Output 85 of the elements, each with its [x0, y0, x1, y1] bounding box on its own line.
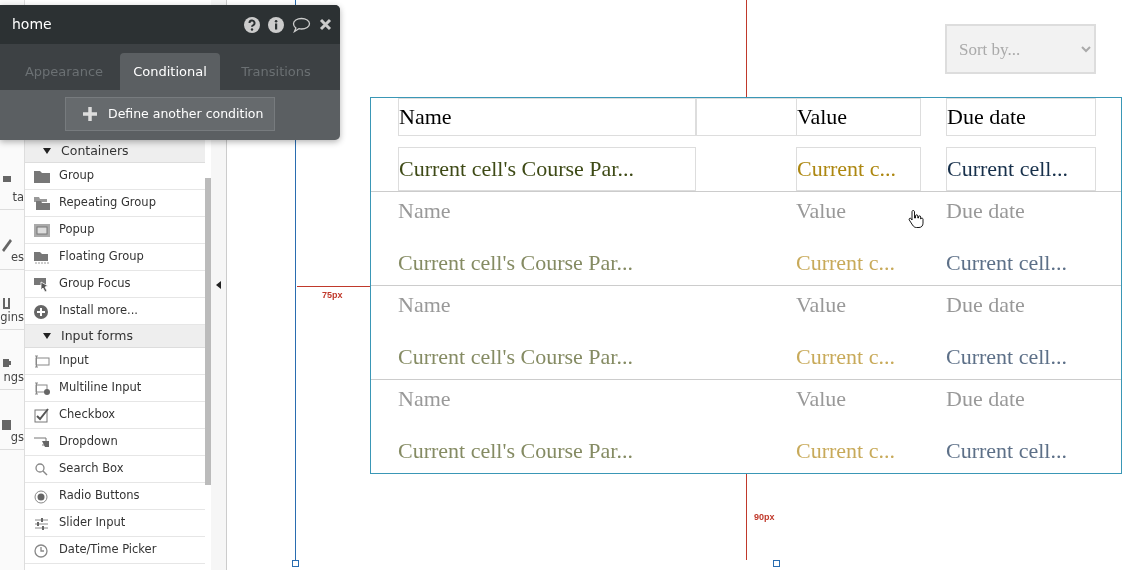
element-label: Checkbox [59, 406, 116, 424]
input-icon [33, 352, 51, 370]
rail-label[interactable]: gs [10, 431, 24, 443]
rail-label[interactable]: gins [0, 311, 24, 323]
cell-text: Current c... [796, 147, 921, 191]
cell-text: Value [796, 197, 847, 225]
element-label: Multiline Input [59, 379, 142, 397]
element-label: Repeating Group [59, 194, 156, 212]
close-icon[interactable] [319, 18, 332, 31]
clock-icon [33, 541, 51, 559]
cell-text: Current c... [796, 343, 895, 371]
element-label: Popup [59, 221, 95, 239]
rail-label[interactable]: es [10, 251, 24, 263]
element-item[interactable]: Input [25, 348, 205, 375]
cell-text: Value [796, 291, 847, 319]
element-label: Install more... [59, 302, 139, 320]
define-condition-button[interactable]: Define another condition [65, 97, 275, 131]
element-label: Search Box [59, 460, 124, 478]
element-label: Date/Time Picker [59, 541, 157, 559]
plus-circle-icon [33, 302, 51, 320]
cell-text: Current cell... [946, 249, 1067, 277]
element-label: Group Focus [59, 275, 131, 293]
comment-icon[interactable] [292, 16, 311, 33]
element-label: Input [59, 352, 89, 370]
guide-label: 90px [754, 512, 775, 522]
scrollbar[interactable] [205, 178, 211, 485]
editor-title: home [12, 15, 53, 34]
help-icon[interactable] [244, 16, 260, 33]
element-label: Floating Group [59, 248, 144, 266]
element-item[interactable]: Slider Input [25, 510, 205, 537]
category-label[interactable]: Containers [61, 141, 129, 161]
cell-text: Current cell... [946, 437, 1067, 465]
checkbox-icon [33, 406, 51, 424]
element-item[interactable]: Search Box [25, 456, 205, 483]
collapse-icon[interactable] [216, 281, 221, 289]
element-item[interactable]: Date/Time Picker [25, 537, 205, 564]
category-header[interactable]: Containers [25, 140, 205, 163]
cell-text: Current cell's Course Par... [398, 343, 633, 371]
editor-tab[interactable]: Conditional [120, 53, 220, 90]
plus-icon [82, 106, 98, 122]
rail-label[interactable]: ta [12, 191, 24, 203]
cell-text: Name [398, 197, 451, 225]
cell-text: Value [796, 98, 921, 136]
rail-label[interactable]: ngs [3, 371, 24, 383]
cell-text: Due date [946, 197, 1025, 225]
cursor-folder-icon [33, 275, 51, 293]
element-label: Dropdown [59, 433, 118, 451]
info-icon[interactable] [268, 16, 284, 33]
category-header[interactable]: Input forms [25, 325, 205, 348]
cell-text: Current cell... [946, 343, 1067, 371]
hand-cursor-icon [908, 209, 924, 229]
cell-text: Current cell's Course Par... [398, 147, 696, 191]
element-label: Radio Buttons [59, 487, 140, 505]
element-item[interactable]: Popup [25, 217, 205, 244]
caret-icon[interactable] [43, 333, 51, 339]
cell-text: Name [398, 291, 451, 319]
element-label: Slider Input [59, 514, 126, 532]
cell-text: Due date [946, 98, 1096, 136]
cell-text: Current cell's Course Par... [398, 249, 633, 277]
element-item[interactable]: Dropdown [25, 429, 205, 456]
element-item[interactable]: Checkbox [25, 402, 205, 429]
guide-label: 75px [322, 290, 343, 300]
cell-text: Name [398, 98, 696, 136]
element-item[interactable]: Group Focus [25, 271, 205, 298]
cell-text: Current c... [796, 249, 895, 277]
caret-icon[interactable] [43, 148, 51, 154]
cell-text: Name [398, 385, 451, 413]
radio-icon [33, 487, 51, 505]
category-label[interactable]: Input forms [61, 326, 133, 346]
element-item[interactable]: Repeating Group [25, 190, 205, 217]
multiline-input-icon [33, 379, 51, 397]
stacked-folders-icon [33, 194, 51, 212]
cell-text: Value [796, 385, 847, 413]
cell-text: Due date [946, 291, 1025, 319]
cell-text: Due date [946, 385, 1025, 413]
cell-text: Current c... [796, 437, 895, 465]
resize-handle [773, 560, 780, 567]
element-item[interactable]: Floating Group [25, 244, 205, 271]
cell-text: Current cell... [946, 147, 1096, 191]
element-item[interactable]: Multiline Input [25, 375, 205, 402]
popup-icon [33, 221, 51, 239]
element-item[interactable]: Radio Buttons [25, 483, 205, 510]
element-label: Group [59, 167, 94, 185]
cell-text: Current cell's Course Par... [398, 437, 633, 465]
element-item[interactable]: Group [25, 163, 205, 190]
